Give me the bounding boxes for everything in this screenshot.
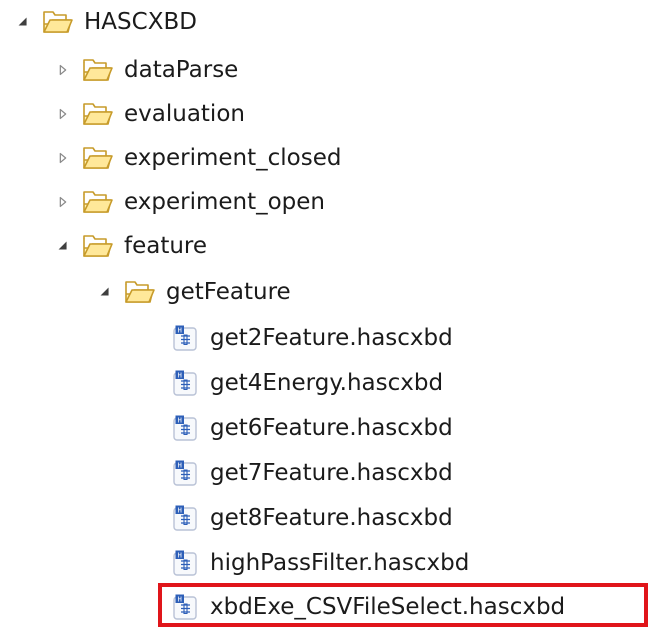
tree-folder-evaluation[interactable]: evaluation [54, 92, 245, 136]
folder-open-icon [82, 144, 114, 172]
folder-open-icon [82, 56, 114, 84]
tree-root-hascxbd[interactable]: HASCXBD [14, 0, 197, 44]
triangle-down-right-icon[interactable] [54, 237, 72, 255]
hascxbd-file-icon [172, 593, 198, 621]
tree-folder-experiment-open[interactable]: experiment_open [54, 180, 325, 224]
folder-open-icon [82, 232, 114, 260]
tree-item-label: evaluation [124, 101, 245, 127]
tree-file-get8Feature[interactable]: get8Feature.hascxbd [172, 496, 453, 540]
triangle-right-icon[interactable] [54, 193, 72, 211]
hascxbd-file-icon [172, 504, 198, 532]
hascxbd-file-icon [172, 324, 198, 352]
tree-file-get7Feature[interactable]: get7Feature.hascxbd [172, 451, 453, 495]
tree-item-label: experiment_open [124, 189, 326, 215]
triangle-down-right-icon[interactable] [96, 283, 114, 301]
folder-open-icon [82, 188, 114, 216]
hascxbd-file-icon [172, 459, 198, 487]
tree-folder-feature[interactable]: feature [54, 224, 207, 268]
tree-item-label: dataParse [124, 57, 239, 83]
tree-item-label: HASCXBD [84, 9, 197, 35]
tree-item-label: feature [124, 233, 208, 259]
tree-item-label: getFeature [166, 279, 291, 305]
project-tree: HASCXBD dataParse evaluation experiment_… [0, 0, 648, 627]
tree-folder-dataParse[interactable]: dataParse [54, 48, 238, 92]
tree-folder-getFeature[interactable]: getFeature [96, 270, 291, 314]
folder-open-icon [124, 278, 156, 306]
triangle-down-right-icon[interactable] [14, 13, 32, 31]
tree-file-get4Energy[interactable]: get4Energy.hascxbd [172, 361, 443, 405]
tree-item-label: experiment_closed [124, 145, 342, 171]
tree-item-label: xbdExe_CSVFileSelect.hascxbd [210, 594, 566, 620]
tree-file-get2Feature[interactable]: get2Feature.hascxbd [172, 316, 453, 360]
triangle-right-icon[interactable] [54, 61, 72, 79]
triangle-right-icon[interactable] [54, 149, 72, 167]
tree-item-label: get7Feature.hascxbd [210, 460, 453, 486]
tree-item-label: get8Feature.hascxbd [210, 505, 453, 531]
folder-open-icon [82, 100, 114, 128]
tree-folder-experiment-closed[interactable]: experiment_closed [54, 136, 341, 180]
hascxbd-file-icon [172, 414, 198, 442]
tree-item-label: highPassFilter.hascxbd [210, 550, 470, 576]
folder-open-icon [42, 8, 74, 36]
hascxbd-file-icon [172, 549, 198, 577]
tree-item-label: get6Feature.hascxbd [210, 415, 453, 441]
tree-file-highPassFilter[interactable]: highPassFilter.hascxbd [172, 541, 469, 585]
tree-file-xbdExe-CSVFileSelect[interactable]: xbdExe_CSVFileSelect.hascxbd [172, 585, 565, 629]
triangle-right-icon[interactable] [54, 105, 72, 123]
tree-file-get6Feature[interactable]: get6Feature.hascxbd [172, 406, 453, 450]
tree-item-label: get4Energy.hascxbd [210, 370, 444, 396]
tree-item-label: get2Feature.hascxbd [210, 325, 453, 351]
hascxbd-file-icon [172, 369, 198, 397]
